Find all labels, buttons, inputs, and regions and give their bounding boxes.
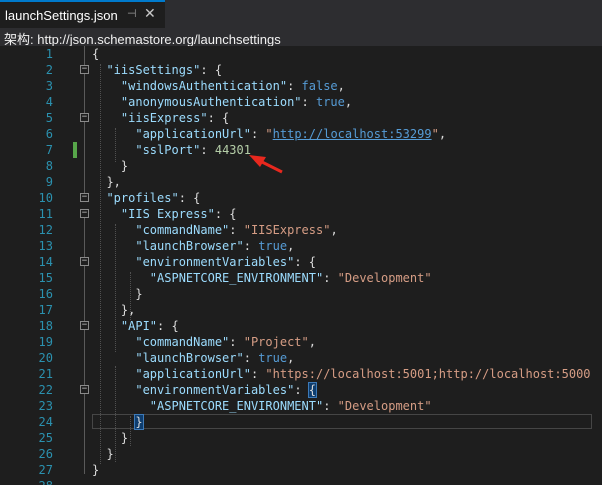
arrow-shaft bbox=[261, 160, 283, 174]
close-icon[interactable]: ✕ bbox=[144, 6, 156, 22]
pin-icon[interactable]: ⊣ bbox=[127, 7, 137, 20]
code-editor[interactable]: 1 2 3 4 5 6 7 8 9 10 11 12 13 14 15 16 1… bbox=[0, 46, 602, 485]
schema-bar: 架构: http://json.schemastore.org/launchse… bbox=[0, 28, 602, 47]
annotation-arrow-icon bbox=[249, 155, 283, 174]
tab-launchsettings[interactable]: launchSettings.json ⊣ ✕ bbox=[0, 0, 165, 28]
tab-bar: launchSettings.json ⊣ ✕ bbox=[0, 0, 602, 30]
vertical-scrollbar[interactable] bbox=[592, 46, 602, 485]
arrow-head bbox=[249, 155, 266, 167]
tab-title: launchSettings.json bbox=[5, 8, 118, 23]
